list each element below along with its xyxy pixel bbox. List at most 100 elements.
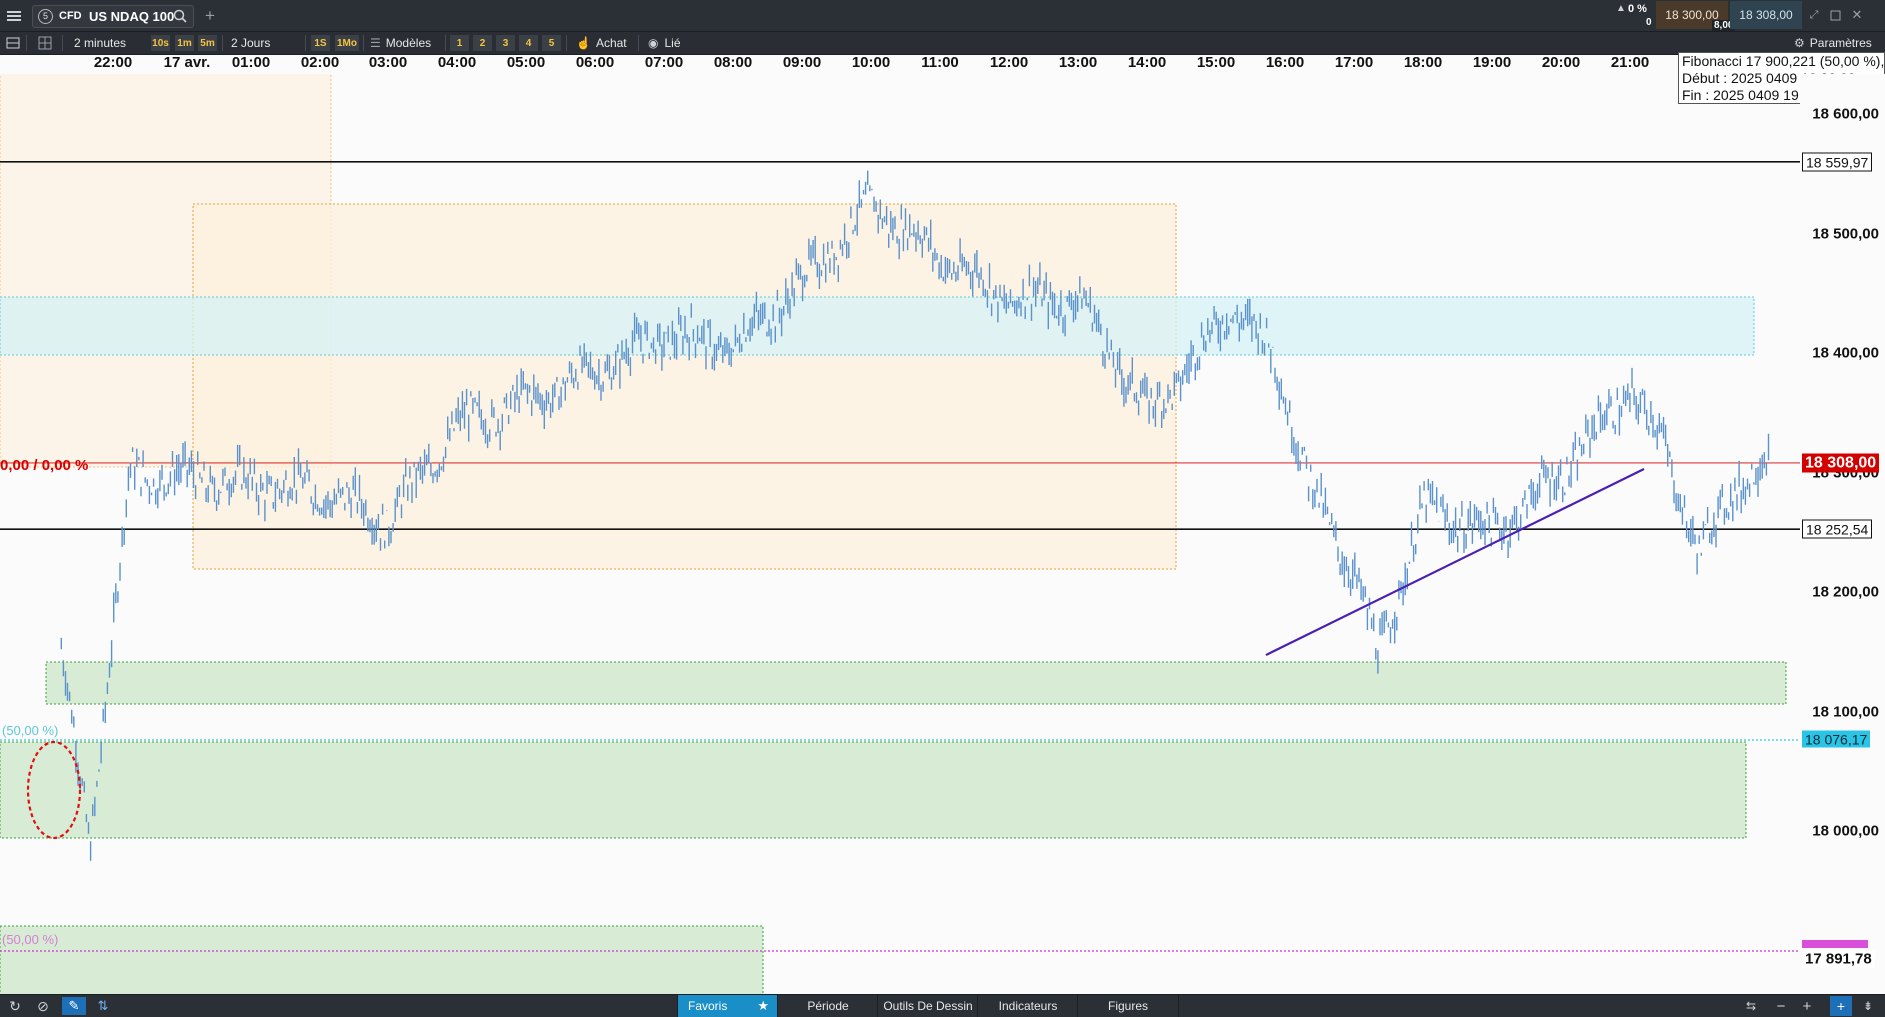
last-price-tag: 18 308,00 — [1802, 453, 1880, 473]
pencil-icon[interactable]: ✎ — [62, 997, 86, 1015]
cancel-icon[interactable]: ⊘ — [34, 997, 52, 1015]
time-label: 12:00 — [989, 54, 1029, 71]
price-label-18600: 18 600,00 — [1812, 105, 1879, 123]
bottom-price-tag: 17 891,78 — [1802, 950, 1875, 968]
instrument-name: US NDAQ 100 — [89, 9, 175, 24]
tab-figures-label: Figures — [1107, 999, 1148, 1013]
instrument-badge: 5 — [38, 9, 53, 24]
close-icon[interactable]: ✕ — [1848, 6, 1866, 24]
time-label: 08:00 — [713, 54, 753, 71]
time-label: 04:00 — [437, 54, 477, 71]
time-label: 03:00 — [368, 54, 408, 71]
price-axis[interactable]: 18 600,00 18 500,00 18 400,00 18 300,00 … — [1800, 74, 1885, 994]
panel-toggle-icon[interactable] — [4, 34, 22, 52]
time-label: 11:00 — [921, 54, 959, 71]
period-1s-button[interactable]: 1S — [311, 35, 330, 51]
zoom-out-icon[interactable]: − — [1772, 997, 1790, 1015]
time-label: 22:00 — [93, 54, 133, 71]
add-tab-icon[interactable]: + — [200, 6, 220, 26]
star-icon: ★ — [757, 998, 769, 1013]
tab-drawing-tools[interactable]: Outils De Dessin — [877, 995, 978, 1017]
settings-button[interactable]: ⚙ Paramètres — [1794, 34, 1872, 52]
period-dropdown[interactable]: 2 Jours — [231, 34, 270, 52]
template-slot-1[interactable]: 1 — [450, 35, 469, 51]
time-label: 18:00 — [1403, 54, 1443, 71]
template-slot-5[interactable]: 5 — [542, 35, 561, 51]
refresh-icon[interactable]: ↻ — [6, 997, 24, 1015]
template-slot-3[interactable]: 3 — [496, 35, 515, 51]
price-label-18000: 18 000,00 — [1812, 822, 1879, 840]
green-zone-lower — [0, 741, 1747, 839]
interval-10s-button[interactable]: 10s — [151, 35, 170, 51]
instrument-selector[interactable]: 5 CFD US NDAQ 100 — [32, 5, 194, 28]
fib-zero-label: 0,00 / 0,00 % — [0, 457, 88, 474]
hand-icon: ☝ — [576, 36, 591, 50]
fib-level-price-tag: 18 076,17 — [1802, 730, 1871, 748]
collapse-icon[interactable]: ⇟ — [1858, 997, 1878, 1015]
period-1mo-button[interactable]: 1Mo — [335, 35, 359, 51]
interval-dropdown[interactable]: 2 minutes — [74, 34, 126, 52]
time-label: 13:00 — [1058, 54, 1098, 71]
gear-icon: ⚙ — [1794, 36, 1805, 50]
magenta-level-tag — [1802, 940, 1868, 948]
tab-favorites-label: Favoris — [688, 999, 728, 1013]
eye-icon: ◉ — [648, 36, 659, 50]
chart-toolbar: 2 minutes 10s 1m 5m 2 Jours 1S 1Mo ☰ Mod… — [0, 32, 1885, 55]
up-arrow-icon: ▲ — [1616, 3, 1626, 14]
resistance-price-tag: 18 559,97 — [1802, 152, 1873, 172]
support-price-tag: 18 252,54 — [1802, 519, 1873, 539]
trendline — [1265, 468, 1645, 656]
instrument-type: CFD — [59, 10, 82, 22]
tab-indicators[interactable]: Indicateurs — [977, 995, 1078, 1017]
green-zone-bottom — [0, 925, 764, 994]
cursor-icon[interactable]: ⇅ — [93, 997, 113, 1015]
buy-button[interactable]: 18 308,00 — [1730, 1, 1802, 29]
interval-5m-button[interactable]: 5m — [198, 35, 217, 51]
settings-label: Paramètres — [1809, 36, 1872, 50]
layout-grid-icon[interactable] — [36, 34, 54, 52]
zoom-in-icon[interactable]: + — [1798, 997, 1816, 1015]
tab-figures[interactable]: Figures — [1077, 995, 1179, 1017]
time-label: 10:00 — [851, 54, 891, 71]
tab-period[interactable]: Période — [777, 995, 878, 1017]
linked-button[interactable]: ◉ Lié — [648, 34, 681, 52]
time-label: 20:00 — [1541, 54, 1581, 71]
interval-label: 2 minutes — [74, 36, 127, 50]
fit-icon[interactable]: ⇆ — [1742, 997, 1760, 1015]
price-label-18400: 18 400,00 — [1812, 344, 1879, 362]
templates-button[interactable]: ☰ Modèles — [370, 34, 431, 52]
time-label: 01:00 — [231, 54, 271, 71]
template-slot-2[interactable]: 2 — [473, 35, 492, 51]
time-label: 19:00 — [1472, 54, 1512, 71]
hamburger-menu-icon[interactable] — [4, 6, 24, 26]
bid-price: 18 300,00 — [1665, 8, 1719, 22]
time-label: 15:00 — [1196, 54, 1236, 71]
bottom-bar: ↻ ⊘ ✎ ⇅ Favoris ★ Période Outils De Dess… — [0, 994, 1885, 1017]
ask-price: 18 308,00 — [1739, 8, 1793, 22]
time-axis: 22:00 17 avr. 01:00 02:00 03:00 04:00 05:00 06:… — [0, 54, 1800, 74]
template-slot-4[interactable]: 4 — [519, 35, 538, 51]
time-label: 06:00 — [575, 54, 615, 71]
detach-icon[interactable]: ⤢ — [1805, 6, 1823, 24]
buy-toolbar-label: Achat — [595, 36, 627, 50]
crosshair-icon[interactable]: + — [1830, 996, 1852, 1016]
templates-icon: ☰ — [370, 36, 381, 50]
templates-label: Modèles — [385, 36, 432, 50]
fib-half-label: (50,00 %) — [2, 723, 58, 738]
tab-favorites[interactable]: Favoris ★ — [677, 995, 777, 1017]
price-label-18500: 18 500,00 — [1812, 225, 1879, 243]
maximize-icon[interactable] — [1826, 6, 1844, 24]
tab-indicators-label: Indicateurs — [998, 999, 1058, 1013]
change-pct: 0 % — [1628, 3, 1647, 15]
search-icon[interactable] — [172, 8, 188, 24]
linked-label: Lié — [664, 36, 681, 50]
time-label: 14:00 — [1127, 54, 1167, 71]
top-bar: 5 CFD US NDAQ 100 + ▲ 0 % 0 18 300,00 8,… — [0, 0, 1885, 32]
buy-toolbar-button[interactable]: ☝ Achat — [576, 34, 627, 52]
period-label: 2 Jours — [231, 36, 271, 50]
fib-half-lower-label: (50,00 %) — [2, 932, 58, 947]
orange-zone-main — [192, 203, 1177, 570]
price-label-18100: 18 100,00 — [1812, 703, 1879, 721]
interval-1m-button[interactable]: 1m — [175, 35, 194, 51]
price-chart[interactable]: 0,00 / 0,00 % (50,00 %) (50,00 %) — [0, 74, 1800, 994]
